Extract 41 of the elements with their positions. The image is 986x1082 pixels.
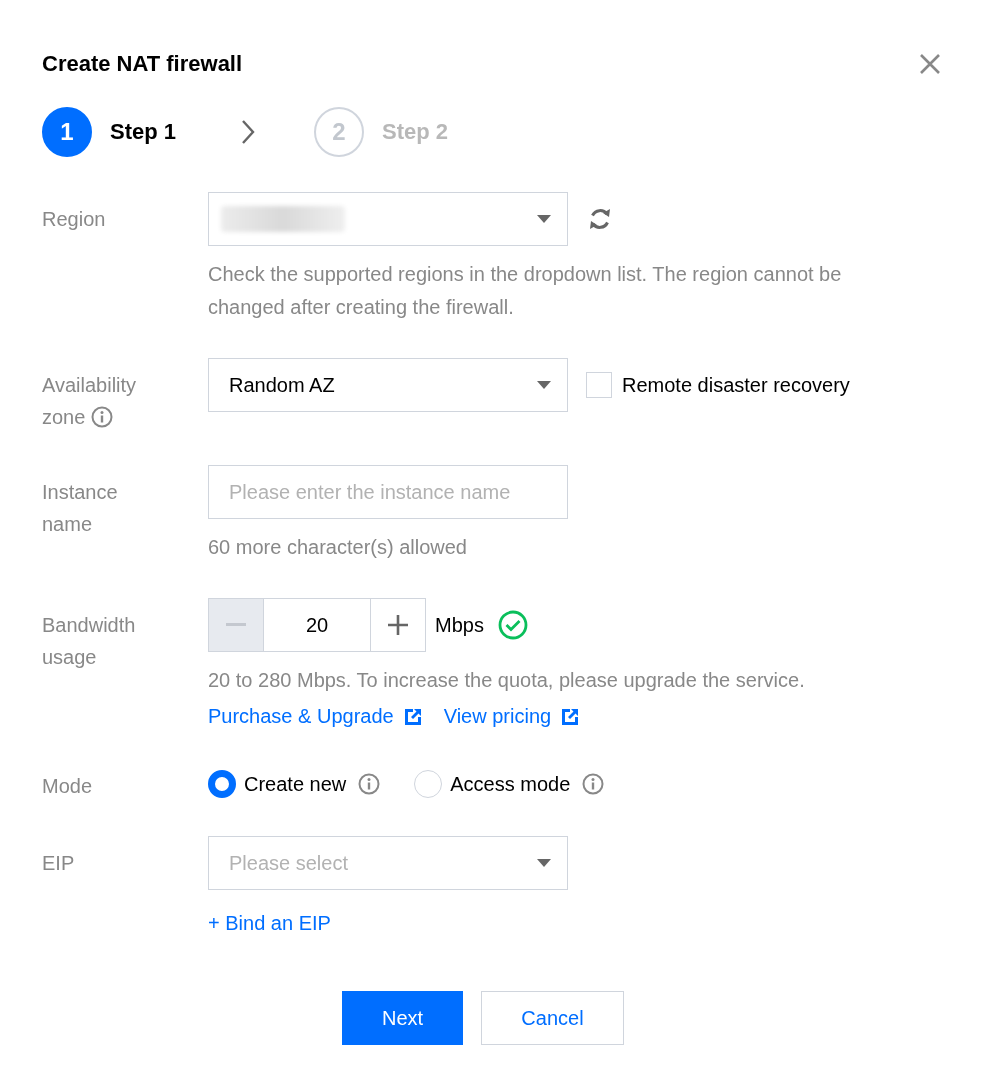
checkbox[interactable] [586,372,612,398]
external-link[interactable]: Purchase & Upgrade [208,705,422,728]
radio-label: Create new [244,772,347,796]
hint-text: 60 more character(s) allowed [208,535,468,560]
plus-icon [388,615,408,635]
caret-icon [537,859,551,867]
field-label: Mode [42,775,93,797]
close-icon[interactable] [919,53,941,75]
field-label: Availability [42,373,137,398]
bind-eip-link[interactable]: + Bind an EIP [208,912,331,935]
external-link[interactable]: View pricing [443,705,580,728]
info-icon [582,773,605,795]
step-label: Step 1 [110,119,177,145]
chevron-right-icon [240,119,257,145]
dialog-title: Create NAT firewall [42,51,243,77]
field-label: Instance name [42,481,118,535]
external-link-icon [561,707,580,726]
minus-icon [226,623,246,627]
caret-icon [537,381,551,389]
step-number: 2 [314,107,365,157]
refresh-icon[interactable] [588,206,612,232]
external-link-icon [403,707,422,726]
step-label: Step 2 [382,119,449,145]
hint-text: 20 to 280 Mbps. To increase the quota, please upgrade the service. [208,668,806,693]
field-label: Bandwidth usage [42,614,136,668]
radio-button[interactable] [208,770,236,798]
next-button[interactable]: Next [342,991,463,1045]
zone-select[interactable]: Random AZ [208,358,568,412]
radio-label: Access mode [450,772,571,796]
instance-name-field[interactable]: Please enter the instance name [208,465,568,519]
cancel-button[interactable]: Cancel [481,991,624,1045]
step-number: 1 [42,107,92,157]
caret-icon [537,215,551,223]
field-label: zone [42,405,86,430]
field-label: Region [42,208,106,230]
info-icon [358,773,381,795]
hint-text: Check the supported regions in the dropdown list. The region cannot be changed after creating the firewall. [208,262,843,320]
info-icon [91,406,114,428]
unit-label: Mbps [435,613,484,637]
field-label: EIP [42,852,75,874]
checkbox-label: Remote disaster recovery [622,373,850,397]
